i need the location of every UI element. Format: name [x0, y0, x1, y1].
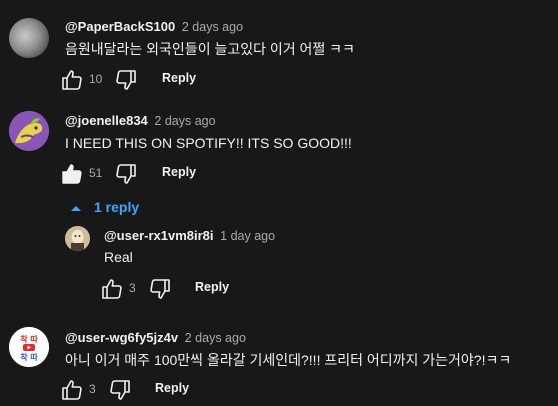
- comment-text: 음원내달라는 외국인들이 늘고있다 이거 어쩔 ㅋㅋ: [65, 41, 355, 57]
- caret-up-icon: [71, 206, 81, 211]
- avatar-art-icon: 착 따 착 따: [9, 327, 49, 367]
- like-icon[interactable]: [60, 162, 84, 186]
- comment-author[interactable]: @user-rx1vm8ir8i: [104, 228, 214, 243]
- comment-time[interactable]: 2 days ago: [182, 20, 243, 34]
- avatar[interactable]: [9, 18, 49, 58]
- comment-actions: 3 Reply: [60, 378, 260, 402]
- dislike-icon[interactable]: [114, 68, 138, 92]
- comment-text: 아니 이거 매주 100만씩 올라갈 기세인데?!!! 프리터 어디까지 가는거…: [65, 352, 512, 368]
- comment-header: @user-wg6fy5jz4v 2 days ago: [65, 330, 246, 345]
- avatar-logo-text-top: 착 따: [20, 334, 38, 344]
- comment-time[interactable]: 2 days ago: [185, 331, 246, 345]
- like-count: 51: [89, 166, 103, 180]
- like-count: 10: [89, 72, 103, 86]
- comment-header: @joenelle834 2 days ago: [65, 113, 216, 128]
- avatar-art-icon: [65, 226, 90, 251]
- comment-time[interactable]: 2 days ago: [154, 114, 215, 128]
- comment-header: @user-rx1vm8ir8i 1 day ago: [104, 228, 275, 243]
- reply-button[interactable]: Reply: [162, 71, 196, 85]
- like-icon[interactable]: [60, 378, 84, 402]
- comment-header: @PaperBackS100 2 days ago: [65, 19, 243, 34]
- avatar-art-icon: [9, 111, 49, 151]
- comment-author[interactable]: @joenelle834: [65, 113, 148, 128]
- like-icon[interactable]: [60, 68, 84, 92]
- reply-button[interactable]: Reply: [195, 280, 229, 294]
- avatar[interactable]: 착 따 착 따: [9, 327, 49, 367]
- replies-count-label: 1 reply: [94, 199, 140, 215]
- avatar[interactable]: [65, 226, 90, 251]
- dislike-icon[interactable]: [148, 277, 172, 301]
- comment-author[interactable]: @user-wg6fy5jz4v: [65, 330, 178, 345]
- comment-time[interactable]: 1 day ago: [220, 229, 275, 243]
- avatar-logo-text-bottom: 착 따: [20, 352, 38, 362]
- comment-author[interactable]: @PaperBackS100: [65, 19, 175, 34]
- comment-text: Real: [104, 249, 133, 265]
- like-count: 3: [89, 382, 96, 396]
- reply-button[interactable]: Reply: [155, 381, 189, 395]
- dislike-icon[interactable]: [114, 162, 138, 186]
- avatar[interactable]: [9, 111, 49, 151]
- dislike-icon[interactable]: [108, 378, 132, 402]
- comment-actions: 3 Reply: [100, 277, 300, 301]
- comment-actions: 51 Reply: [60, 162, 260, 186]
- reply-button[interactable]: Reply: [162, 165, 196, 179]
- comment-text: I NEED THIS ON SPOTIFY!! ITS SO GOOD!!!: [65, 135, 352, 151]
- like-count: 3: [129, 281, 136, 295]
- comment-actions: 10 Reply: [60, 68, 260, 92]
- like-icon[interactable]: [100, 277, 124, 301]
